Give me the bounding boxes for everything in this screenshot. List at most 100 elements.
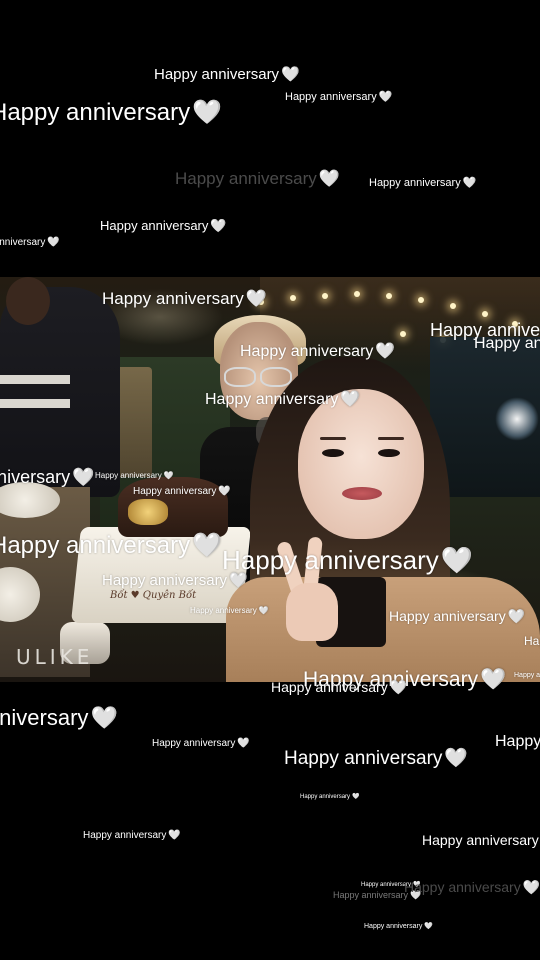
caption-text: Happy anniversary	[133, 486, 217, 497]
white-heart-icon: 🤍	[163, 471, 174, 480]
cake-gold-decoration	[128, 499, 168, 525]
caption-text: Happy anniversary	[514, 672, 540, 679]
caption-text: Happy anniversary	[100, 218, 209, 233]
happy-anniversary-caption: Happy anniversary🤍	[0, 100, 222, 125]
white-heart-icon: 🤍	[340, 389, 361, 408]
happy-anniversary-caption: Happy anniversary🤍	[369, 177, 476, 189]
white-heart-icon: 🤍	[444, 747, 469, 769]
lips	[342, 487, 382, 500]
white-heart-icon: 🤍	[281, 65, 300, 83]
white-heart-icon: 🤍	[389, 680, 408, 696]
white-heart-icon: 🤍	[192, 531, 222, 559]
caption-text: Happy anniversary	[389, 608, 506, 624]
happy-anniversary-caption: Happy anniversary🤍	[524, 635, 540, 647]
happy-anniversary-caption: Happy anniversary🤍	[133, 487, 231, 497]
caption-text: Happy anniversary	[300, 794, 351, 800]
happy-anniversary-caption: Happy anniversary🤍	[83, 831, 181, 841]
white-heart-icon: 🤍	[210, 219, 227, 234]
caption-text: Happy anniversary	[369, 177, 461, 189]
eye	[322, 449, 344, 457]
white-heart-icon: 🤍	[47, 237, 60, 248]
caption-text: Happy anniversary	[95, 471, 162, 480]
happy-anniversary-caption: Happy anniversary🤍	[102, 290, 267, 308]
lamp-glow	[495, 397, 539, 441]
camera-watermark: ULIKE	[16, 645, 94, 669]
happy-anniversary-caption: Happy anniversary🤍	[152, 739, 250, 749]
happy-anniversary-caption: Happy anniversary🤍	[285, 91, 392, 103]
caption-text: Happy anniversary	[154, 66, 280, 83]
happy-anniversary-caption: Happy anniversary🤍	[300, 793, 360, 801]
caption-text: Happy anniversary	[152, 738, 236, 749]
white-heart-icon: 🤍	[378, 90, 393, 103]
happy-anniversary-caption: Happy anniversary🤍	[0, 238, 60, 248]
happy-anniversary-caption: Happy anniversary🤍	[240, 343, 395, 360]
white-heart-icon: 🤍	[507, 609, 526, 625]
happy-anniversary-caption: Happy anniversary🤍	[0, 707, 118, 730]
woman-face	[298, 389, 424, 539]
caption-text: Happy anniversary	[190, 606, 257, 615]
white-heart-icon: 🤍	[440, 546, 474, 576]
caption-text: Happy anniversary	[285, 91, 377, 103]
white-heart-icon: 🤍	[168, 830, 181, 841]
white-heart-icon: 🤍	[192, 98, 222, 126]
caption-text: Happy anniversary	[495, 733, 540, 750]
caption-text: Happy anniversary	[0, 532, 191, 559]
happy-anniversary-caption: Happy anniversary🤍	[190, 607, 269, 615]
happy-anniversary-caption: Happy anniversary🤍	[222, 547, 473, 574]
caption-text: Happy anniversary	[175, 169, 317, 188]
happy-anniversary-caption: Happy anniversary🤍	[102, 571, 248, 589]
white-heart-icon: 🤍	[237, 738, 250, 749]
white-heart-icon: 🤍	[218, 486, 231, 497]
caption-text: Happy anniversary	[474, 335, 540, 352]
happy-anniversary-caption: Happy anniversary🤍	[422, 833, 540, 848]
caption-text: Happy anniversary	[83, 830, 167, 841]
happy-anniversary-caption: Happy anniversary🤍	[175, 170, 340, 188]
caption-text: Happy anniversary	[102, 572, 228, 589]
white-heart-icon: 🤍	[480, 667, 507, 691]
caption-text: Happy anniversary	[333, 890, 409, 900]
white-heart-icon: 🤍	[424, 922, 434, 930]
happy-anniversary-caption: Happy anniversary🤍	[474, 335, 540, 352]
video-frame: Bốt ♥ Quyên Bốt ULIKE Happy anniversary 🤍…	[0, 0, 540, 960]
white-heart-icon: 🤍	[258, 606, 269, 615]
happy-anniversary-caption: Happy anniversary🤍	[0, 533, 222, 558]
cake-writing: Bốt ♥ Quyên Bốt	[110, 590, 197, 601]
happy-anniversary-caption: Happy anniversary🤍	[271, 680, 407, 695]
happy-anniversary-caption: Happy anniversary🤍	[364, 922, 434, 931]
caption-text: Happy anniversary	[271, 679, 388, 695]
happy-anniversary-caption: Happy anniversary🤍	[514, 672, 540, 679]
caption-text: Happy anniversary	[0, 99, 191, 126]
white-heart-icon: 🤍	[522, 880, 540, 896]
happy-anniversary-caption: Happy anniversary🤍	[154, 65, 300, 83]
caption-text: Happy anniversary	[102, 289, 244, 308]
eye	[378, 449, 400, 457]
happy-anniversary-caption: Happy anniversary🤍	[495, 733, 540, 750]
happy-anniversary-caption: Happy anniversary🤍	[0, 468, 95, 487]
caption-text: Happy anniversary	[222, 545, 439, 575]
happy-anniversary-caption: Happy anniversary🤍	[100, 219, 227, 233]
caption-text: Happy anniversary	[0, 705, 89, 730]
white-heart-icon: 🤍	[318, 169, 340, 189]
caption-text: Happy anniversary	[404, 879, 521, 895]
bystander-left	[0, 277, 120, 497]
caption-text: Happy anniversary	[284, 748, 443, 769]
eyebrow	[378, 437, 404, 440]
white-heart-icon: 🤍	[245, 289, 267, 309]
happy-anniversary-caption: Happy anniversary🤍	[404, 880, 540, 895]
caption-text: Happy anniversary	[240, 343, 374, 360]
happy-anniversary-caption: Happy anniversary🤍	[95, 472, 174, 480]
caption-text: Happy anniversary	[524, 634, 540, 648]
white-heart-icon: 🤍	[72, 467, 95, 488]
happy-anniversary-caption: Happy anniversary🤍	[389, 609, 525, 624]
caption-text: Happy anniversary	[205, 391, 339, 408]
white-heart-icon: 🤍	[229, 571, 248, 589]
white-heart-icon: 🤍	[375, 341, 396, 360]
glasses	[222, 367, 294, 387]
caption-text: Happy anniversary	[0, 237, 46, 248]
caption-text: Happy anniversary	[0, 467, 71, 487]
white-heart-icon: 🤍	[462, 176, 477, 189]
eyebrow	[320, 437, 346, 440]
white-heart-icon: 🤍	[90, 706, 118, 731]
white-heart-icon: 🤍	[352, 793, 360, 800]
happy-anniversary-caption: Happy anniversary🤍	[284, 747, 469, 769]
